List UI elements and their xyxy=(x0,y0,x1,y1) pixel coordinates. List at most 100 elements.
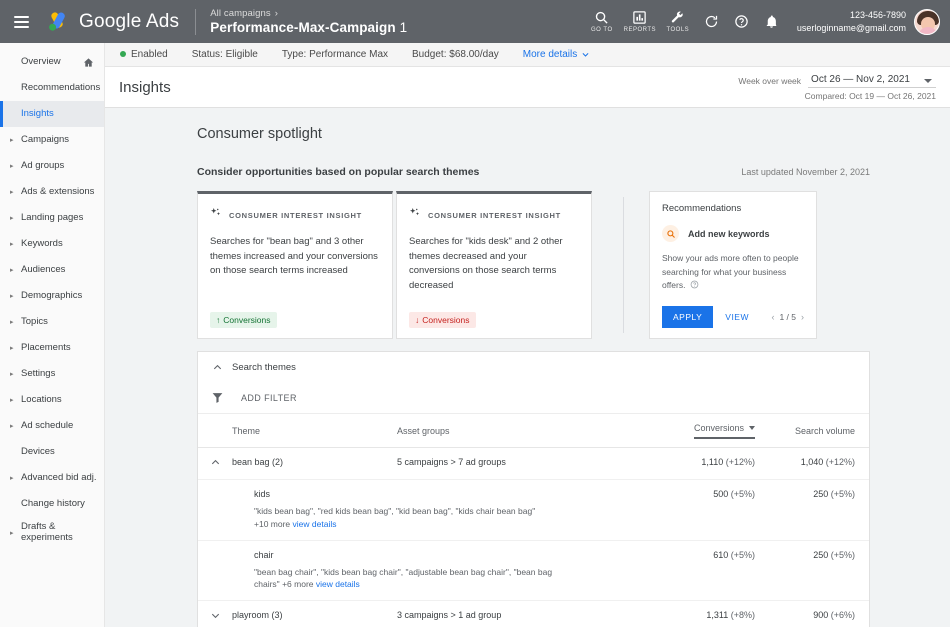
sidebar-item-change-history[interactable]: Change history xyxy=(0,491,104,517)
insight-card[interactable]: CONSUMER INTEREST INSIGHT Searches for "… xyxy=(197,191,393,339)
sidebar-item-placements[interactable]: ▸ Placements xyxy=(0,335,104,361)
sparkle-icon xyxy=(210,206,222,224)
more-details-label: More details xyxy=(523,49,577,60)
brand-logo[interactable]: Google Ads xyxy=(42,9,179,35)
chevron-right-icon: ▸ xyxy=(10,474,18,482)
sidebar-item-label: Devices xyxy=(21,447,55,458)
sidebar-item-keywords[interactable]: ▸ Keywords xyxy=(0,231,104,257)
recommendation-item[interactable]: Add new keywords xyxy=(662,225,804,242)
sidebar-item-audiences[interactable]: ▸ Audiences xyxy=(0,257,104,283)
sidebar-item-label: Demographics xyxy=(21,291,82,302)
view-details-link[interactable]: view details xyxy=(293,519,337,529)
tools-icon-label: TOOLS xyxy=(666,27,689,33)
sidebar-item-devices[interactable]: Devices xyxy=(0,439,104,465)
badge-label: Conversions xyxy=(422,315,469,325)
recommendations-title: Recommendations xyxy=(662,203,804,214)
view-button[interactable]: VIEW xyxy=(725,312,749,322)
sort-descending-icon xyxy=(749,426,755,430)
date-range-dropdown[interactable]: Oct 26 — Nov 2, 2021 xyxy=(808,74,936,88)
main-content: Consumer spotlight Consider opportunitie… xyxy=(105,108,950,627)
table-subrow[interactable]: kids "kids bean bag", "red kids bean bag… xyxy=(198,480,869,541)
column-header-theme[interactable]: Theme xyxy=(232,414,397,448)
view-details-link[interactable]: view details xyxy=(316,579,360,589)
sidebar-item-ads-extensions[interactable]: ▸ Ads & extensions xyxy=(0,179,104,205)
table-row[interactable]: playroom (3) 3 campaigns > 1 ad group 1,… xyxy=(198,601,869,627)
reports-icon-label: REPORTS xyxy=(624,27,656,33)
sidebar-item-recommendations[interactable]: Recommendations xyxy=(0,75,104,101)
header-divider xyxy=(195,9,196,35)
date-range-value: Oct 26 — Nov 2, 2021 xyxy=(811,74,910,85)
subtheme-more-count: +6 more xyxy=(282,579,313,589)
cell-search-volume: 250 (+5%) xyxy=(777,480,869,541)
date-range-selector: Week over week Oct 26 — Nov 2, 2021 Comp… xyxy=(738,74,936,101)
row-expand-toggle[interactable] xyxy=(198,601,232,627)
subtheme-more-count: +10 more xyxy=(254,519,290,529)
cell-volume-delta: (+5%) xyxy=(831,550,855,560)
help-icon[interactable] xyxy=(727,14,757,29)
column-header-search-volume[interactable]: Search volume xyxy=(777,414,869,448)
column-header-conversions[interactable]: Conversions xyxy=(627,414,777,448)
sidebar-item-label: Ad schedule xyxy=(21,421,73,432)
cell-volume-value: 900 xyxy=(813,610,828,620)
search-icon[interactable]: GO TO xyxy=(583,10,621,33)
sidebar-item-label: Drafts & experiments xyxy=(21,522,83,544)
sidebar-item-overview[interactable]: Overview xyxy=(0,49,104,75)
refresh-icon[interactable] xyxy=(697,14,727,29)
status-badge: ↑ Conversions xyxy=(210,312,277,328)
insight-card-label: CONSUMER INTEREST INSIGHT xyxy=(428,211,561,220)
tools-icon[interactable]: TOOLS xyxy=(659,10,697,33)
breadcrumb-separator-icon: › xyxy=(275,8,278,19)
table-row[interactable]: bean bag (2) 5 campaigns > 7 ad groups 1… xyxy=(198,448,869,480)
pager-prev-icon[interactable]: ‹ xyxy=(771,312,774,322)
campaign-type: Type: Performance Max xyxy=(282,49,388,60)
arrow-up-icon: ↑ xyxy=(216,315,220,325)
sidebar-item-topics[interactable]: ▸ Topics xyxy=(0,309,104,335)
menu-icon[interactable] xyxy=(0,16,42,28)
pager-next-icon[interactable]: › xyxy=(801,312,804,322)
cell-search-volume: 1,040 (+12%) xyxy=(777,448,869,480)
home-icon xyxy=(83,57,94,68)
caret-down-icon xyxy=(924,79,932,83)
apply-button[interactable]: APPLY xyxy=(662,306,713,328)
sparkle-icon xyxy=(409,206,421,224)
cell-conversions-delta: (+8%) xyxy=(731,610,755,620)
cell-volume-delta: (+6%) xyxy=(831,610,855,620)
insight-card[interactable]: CONSUMER INTEREST INSIGHT Searches for "… xyxy=(396,191,592,339)
search-themes-header[interactable]: Search themes xyxy=(198,352,869,382)
account-info[interactable]: 123-456-7890 userloginname@gmail.com xyxy=(797,9,906,33)
more-details-button[interactable]: More details xyxy=(523,49,590,60)
table-subrow[interactable]: chair "bean bag chair", "kids bean bag c… xyxy=(198,540,869,601)
breadcrumb-all-campaigns[interactable]: All campaigns xyxy=(210,8,270,19)
keyword-search-icon xyxy=(662,225,679,242)
recommendation-description: Show your ads more often to people searc… xyxy=(662,252,804,296)
add-filter-button[interactable]: ADD FILTER xyxy=(241,393,297,403)
sidebar-item-label: Overview xyxy=(21,57,61,68)
recommendations-card: Recommendations Add new keywords Show yo… xyxy=(649,191,817,339)
filter-icon[interactable] xyxy=(211,391,224,404)
cell-subtheme: chair "bean bag chair", "kids bean bag c… xyxy=(232,540,627,601)
sidebar-item-drafts-experiments[interactable]: ▸ Drafts & experiments xyxy=(0,517,104,549)
sidebar-item-landing-pages[interactable]: ▸ Landing pages xyxy=(0,205,104,231)
row-expand-toggle[interactable] xyxy=(198,448,232,480)
search-icon-label: GO TO xyxy=(591,27,613,33)
status-state: Enabled xyxy=(131,49,168,60)
reports-icon[interactable]: REPORTS xyxy=(621,10,659,33)
sidebar-item-advanced-bid-adj[interactable]: ▸ Advanced bid adj. xyxy=(0,465,104,491)
sidebar-item-locations[interactable]: ▸ Locations xyxy=(0,387,104,413)
notifications-icon[interactable] xyxy=(757,14,787,29)
help-circle-icon[interactable] xyxy=(690,280,699,294)
sidebar-item-label: Audiences xyxy=(21,265,65,276)
sidebar-item-ad-schedule[interactable]: ▸ Ad schedule xyxy=(0,413,104,439)
cell-search-volume: 900 (+6%) xyxy=(777,601,869,627)
sidebar-item-insights[interactable]: Insights xyxy=(0,101,104,127)
spotlight-subheading: Consider opportunities based on popular … xyxy=(197,166,479,178)
subtheme-keywords: "kids bean bag", "red kids bean bag", "k… xyxy=(254,506,535,516)
avatar[interactable] xyxy=(914,9,940,35)
sidebar-item-label: Campaigns xyxy=(21,135,69,146)
cell-volume-value: 250 xyxy=(813,489,828,499)
column-header-asset-groups[interactable]: Asset groups xyxy=(397,414,627,448)
sidebar-item-settings[interactable]: ▸ Settings xyxy=(0,361,104,387)
sidebar-item-demographics[interactable]: ▸ Demographics xyxy=(0,283,104,309)
sidebar-item-ad-groups[interactable]: ▸ Ad groups xyxy=(0,153,104,179)
sidebar-item-campaigns[interactable]: ▸ Campaigns xyxy=(0,127,104,153)
